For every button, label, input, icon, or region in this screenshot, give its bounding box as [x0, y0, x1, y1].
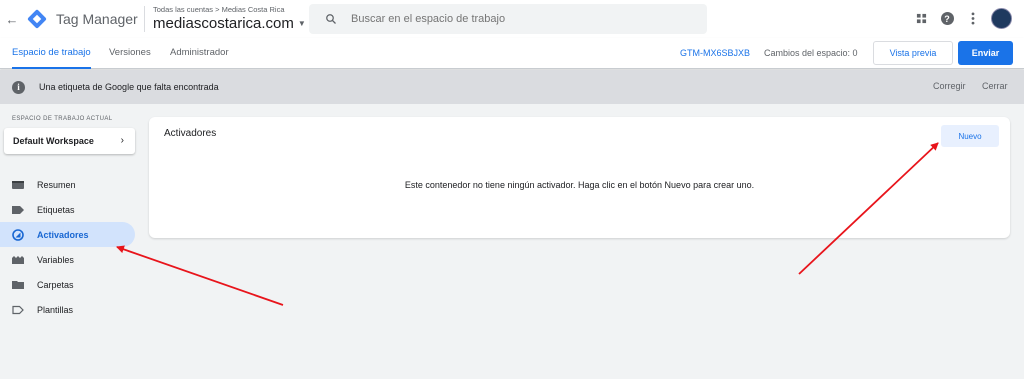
- top-app-bar: ← Tag Manager Todas las cuentas > Medias…: [0, 0, 1024, 38]
- tag-manager-logo[interactable]: [27, 9, 47, 29]
- close-link[interactable]: Cerrar: [982, 81, 1008, 91]
- arrow-to-triggers: [116, 245, 284, 306]
- caret-down-icon: ▼: [297, 19, 306, 28]
- product-name: Tag Manager: [56, 11, 138, 27]
- sidebar-item-overview[interactable]: Resumen: [0, 172, 135, 197]
- notice-text: Una etiqueta de Google que falta encontr…: [39, 82, 219, 92]
- preview-button[interactable]: Vista previa: [873, 41, 953, 65]
- sidebar-item-triggers[interactable]: Activadores: [0, 222, 135, 247]
- overview-icon: [12, 180, 24, 189]
- container-selector[interactable]: Todas las cuentas > Medias Costa Rica me…: [153, 5, 306, 33]
- help-icon-button[interactable]: ?: [939, 11, 955, 27]
- arrow-back-icon[interactable]: ←: [3, 12, 21, 27]
- account-breadcrumb: Todas las cuentas > Medias Costa Rica: [153, 5, 285, 14]
- divider: [144, 6, 145, 32]
- top-icons: ?: [913, 8, 1012, 29]
- container-name-row[interactable]: mediascostarica.com ▼: [153, 15, 306, 33]
- trigger-icon: [12, 228, 24, 241]
- template-icon: [12, 305, 24, 314]
- tab-versions[interactable]: Versiones: [109, 38, 151, 69]
- info-icon: i: [12, 80, 25, 94]
- workspace-label: ESPACIO DE TRABAJO ACTUAL: [12, 116, 113, 122]
- tabs-bar: Espacio de trabajo Versiones Administrad…: [0, 38, 1024, 69]
- workspace-changes: Cambios del espacio: 0: [764, 48, 858, 58]
- folder-icon: [12, 280, 24, 289]
- panel-title: Activadores: [164, 128, 217, 139]
- workspace-name: Default Workspace: [13, 136, 94, 146]
- fix-link[interactable]: Corregir: [933, 81, 966, 91]
- sidebar-item-label: Resumen: [37, 179, 76, 190]
- notice-bar: i Una etiqueta de Google que falta encon…: [0, 70, 1024, 104]
- sidebar-item-templates[interactable]: Plantillas: [0, 297, 135, 322]
- sidebar-item-label: Carpetas: [37, 279, 74, 290]
- search-input[interactable]: [351, 13, 681, 25]
- submit-button[interactable]: Enviar: [958, 41, 1013, 65]
- sidebar-item-folders[interactable]: Carpetas: [0, 272, 135, 297]
- new-trigger-button[interactable]: Nuevo: [941, 125, 999, 147]
- triggers-panel: Activadores Nuevo Este contenedor no tie…: [149, 117, 1010, 238]
- sidebar-item-label: Plantillas: [37, 304, 74, 315]
- more-vert-icon[interactable]: [965, 11, 981, 27]
- workspace-selector[interactable]: Default Workspace ›: [4, 128, 135, 154]
- avatar[interactable]: [991, 8, 1012, 29]
- sidebar-item-variables[interactable]: Variables: [0, 247, 135, 272]
- tag-icon: [12, 205, 24, 214]
- tab-admin[interactable]: Administrador: [170, 38, 229, 69]
- search-icon: [326, 14, 336, 24]
- chevron-right-icon: ›: [120, 135, 124, 146]
- empty-state-message: Este contenedor no tiene ningún activado…: [404, 180, 755, 190]
- apps-grid-icon[interactable]: [913, 11, 929, 27]
- sidebar-item-label: Etiquetas: [37, 204, 75, 215]
- tab-workspace[interactable]: Espacio de trabajo: [12, 38, 91, 69]
- container-name: mediascostarica.com: [153, 15, 294, 32]
- container-id[interactable]: GTM-MX6SBJXB: [680, 38, 750, 68]
- sidebar-item-label: Activadores: [37, 229, 89, 240]
- search-bar[interactable]: [309, 4, 707, 34]
- sidebar-item-tags[interactable]: Etiquetas: [0, 197, 135, 222]
- help-icon: ?: [940, 12, 954, 25]
- variables-icon: [12, 255, 24, 264]
- sidebar-item-label: Variables: [37, 254, 74, 265]
